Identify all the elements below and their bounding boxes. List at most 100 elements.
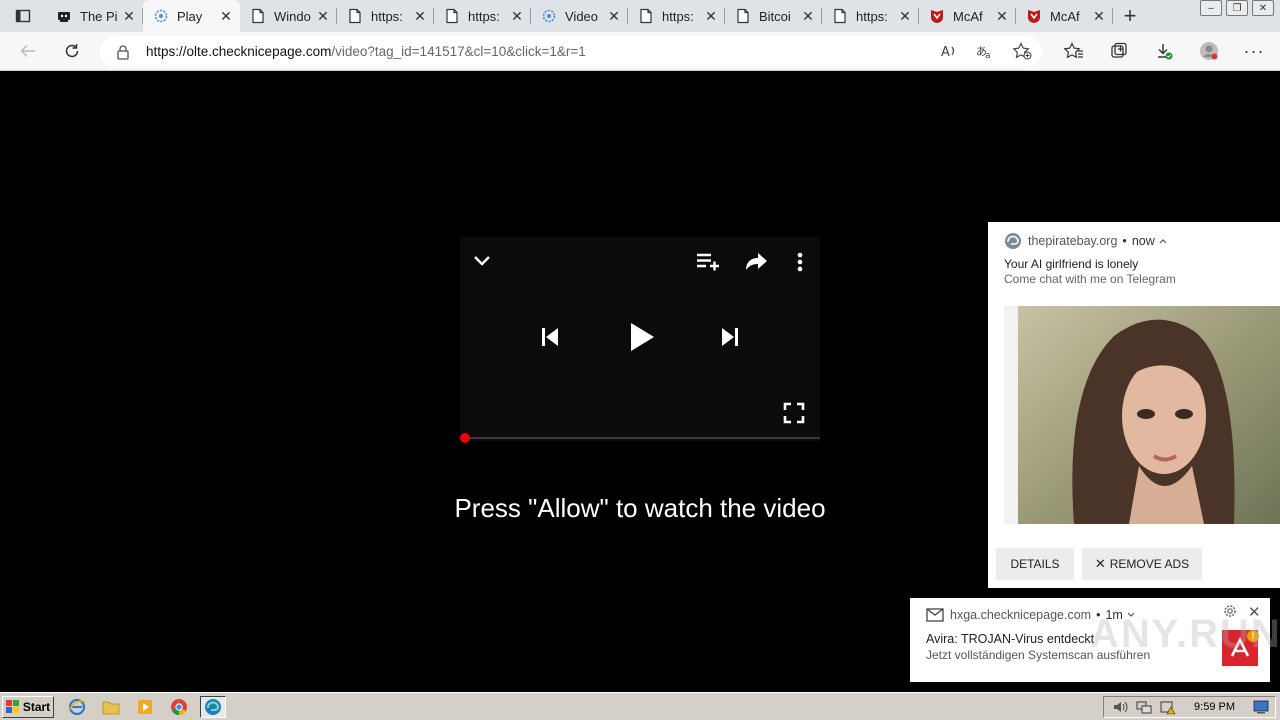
remove-ads-button[interactable]: ✕ REMOVE ADS bbox=[1082, 548, 1202, 580]
edge-taskbar-button[interactable] bbox=[200, 695, 226, 718]
settings-menu-button[interactable]: ··· bbox=[1236, 35, 1272, 67]
back-arrow-icon bbox=[20, 44, 35, 58]
media-player-button[interactable] bbox=[132, 696, 158, 718]
favorites-button[interactable] bbox=[1056, 35, 1092, 67]
explorer-button[interactable] bbox=[98, 696, 124, 718]
progress-scrubber[interactable] bbox=[460, 433, 470, 443]
tab-close-icon[interactable]: ✕ bbox=[897, 8, 913, 24]
notification-ad[interactable]: thepiratebay.org • now Your AI girlfrien… bbox=[988, 222, 1280, 588]
tab-close-icon[interactable]: ✕ bbox=[606, 8, 622, 24]
video-player[interactable] bbox=[460, 237, 820, 441]
previous-button[interactable] bbox=[536, 323, 564, 351]
minimize-player-button[interactable] bbox=[470, 249, 494, 273]
volume-icon[interactable] bbox=[1112, 699, 1128, 715]
avatar bbox=[1200, 42, 1218, 60]
notification-image bbox=[1004, 306, 1280, 524]
downloads-button[interactable] bbox=[1146, 35, 1182, 67]
chrome-button[interactable] bbox=[166, 696, 192, 718]
next-button[interactable] bbox=[716, 323, 744, 351]
details-button[interactable]: DETAILS bbox=[996, 548, 1074, 580]
favorites-icon bbox=[1064, 42, 1083, 59]
minimize-button[interactable]: – bbox=[1200, 0, 1222, 16]
tab-8[interactable]: https: ✕ bbox=[822, 0, 919, 32]
start-label: Start bbox=[22, 699, 51, 714]
notification-title: Your AI girlfriend is lonely bbox=[1004, 257, 1139, 271]
refresh-button[interactable] bbox=[52, 35, 92, 67]
ie-button[interactable] bbox=[64, 696, 90, 718]
details-label: DETAILS bbox=[1010, 557, 1060, 571]
page-icon bbox=[250, 8, 266, 24]
notification-body: Come chat with me on Telegram bbox=[1004, 272, 1176, 286]
refresh-icon bbox=[65, 44, 79, 58]
address-bar-actions: A あa bbox=[940, 42, 1032, 60]
clock: 9:59 PM bbox=[1194, 701, 1235, 713]
tab-10[interactable]: McAf ✕ bbox=[1016, 0, 1113, 32]
progress-track[interactable] bbox=[464, 437, 820, 439]
system-tray: 9:59 PM bbox=[1103, 696, 1276, 718]
read-aloud-icon[interactable]: A bbox=[940, 42, 958, 60]
page-icon bbox=[638, 8, 654, 24]
mcafee-icon bbox=[929, 8, 945, 24]
restore-button[interactable]: ❐ bbox=[1226, 0, 1248, 16]
tab-0[interactable]: The Pi ✕ bbox=[46, 0, 143, 32]
skip-next-icon bbox=[722, 328, 738, 346]
start-button[interactable]: Start bbox=[2, 695, 54, 718]
page-icon bbox=[832, 8, 848, 24]
chevron-up-icon[interactable] bbox=[1159, 238, 1167, 244]
media-player-icon bbox=[138, 699, 152, 714]
notification-header: thepiratebay.org • now bbox=[1004, 232, 1167, 250]
skip-previous-icon bbox=[542, 328, 558, 346]
screen: The Pi ✕ Play ✕ Windo ✕ https: ✕ https: ✕ Video ✕ ht… bbox=[0, 0, 1280, 720]
edge-icon bbox=[205, 698, 221, 715]
add-to-queue-button[interactable] bbox=[694, 249, 722, 275]
add-favorite-icon[interactable] bbox=[1012, 42, 1032, 60]
notification-time: now bbox=[1131, 234, 1155, 248]
tab-close-icon[interactable]: ✕ bbox=[315, 8, 331, 24]
tab-title: The Pi bbox=[80, 8, 118, 24]
tab-7[interactable]: Bitcoi ✕ bbox=[725, 0, 822, 32]
more-menu-button[interactable] bbox=[788, 249, 812, 275]
tab-title: https: bbox=[856, 8, 888, 24]
tab-close-icon[interactable]: ✕ bbox=[509, 8, 525, 24]
url-host: https://olte.checknicepage.com bbox=[146, 44, 332, 59]
internet-explorer-icon bbox=[68, 698, 86, 715]
browser-toolbar: https://olte.checknicepage.com/video?tag… bbox=[0, 32, 1280, 71]
tab-close-icon[interactable]: ✕ bbox=[800, 8, 816, 24]
tab-6[interactable]: https: ✕ bbox=[628, 0, 725, 32]
profile-button[interactable] bbox=[1191, 35, 1227, 67]
tab-close-icon[interactable]: ✕ bbox=[703, 8, 719, 24]
lock-icon[interactable] bbox=[100, 44, 146, 60]
mcafee-icon bbox=[1026, 8, 1042, 24]
tab-5[interactable]: Video ✕ bbox=[531, 0, 628, 32]
fullscreen-button[interactable] bbox=[782, 401, 806, 425]
tab-actions-button[interactable] bbox=[0, 0, 46, 32]
tab-close-icon[interactable]: ✕ bbox=[218, 8, 234, 24]
separator-dot: • bbox=[1122, 234, 1127, 248]
tab-close-icon[interactable]: ✕ bbox=[1091, 8, 1107, 24]
show-desktop-icon[interactable] bbox=[1253, 700, 1269, 714]
tab-title: https: bbox=[662, 8, 694, 24]
notification-source: hxga.checknicepage.com bbox=[950, 608, 1092, 622]
network-icon[interactable] bbox=[1136, 699, 1152, 715]
tab-close-icon[interactable]: ✕ bbox=[121, 8, 137, 24]
share-button[interactable] bbox=[742, 249, 770, 275]
tab-4[interactable]: https: ✕ bbox=[434, 0, 531, 32]
tab-3[interactable]: https: ✕ bbox=[337, 0, 434, 32]
tab-close-icon[interactable]: ✕ bbox=[994, 8, 1010, 24]
new-tab-button[interactable]: + bbox=[1113, 0, 1147, 32]
back-button[interactable] bbox=[8, 35, 48, 67]
play-button[interactable] bbox=[624, 319, 660, 355]
tab-1[interactable]: Play ✕ bbox=[143, 0, 240, 32]
tab-close-icon[interactable]: ✕ bbox=[412, 8, 428, 24]
translate-icon[interactable]: あa bbox=[976, 42, 994, 60]
mail-icon bbox=[926, 608, 944, 622]
collections-button[interactable] bbox=[1101, 35, 1137, 67]
security-warning-icon[interactable] bbox=[1160, 699, 1176, 715]
url-text[interactable]: https://olte.checknicepage.com/video?tag… bbox=[146, 44, 586, 59]
address-bar[interactable]: https://olte.checknicepage.com/video?tag… bbox=[100, 36, 1042, 67]
window-controls: – ❐ ✕ bbox=[1200, 0, 1274, 16]
tab-9[interactable]: McAf ✕ bbox=[919, 0, 1016, 32]
taskbar: Start 9:59 PM bbox=[0, 692, 1280, 720]
tab-2[interactable]: Windo ✕ bbox=[240, 0, 337, 32]
close-window-button[interactable]: ✕ bbox=[1252, 0, 1274, 16]
